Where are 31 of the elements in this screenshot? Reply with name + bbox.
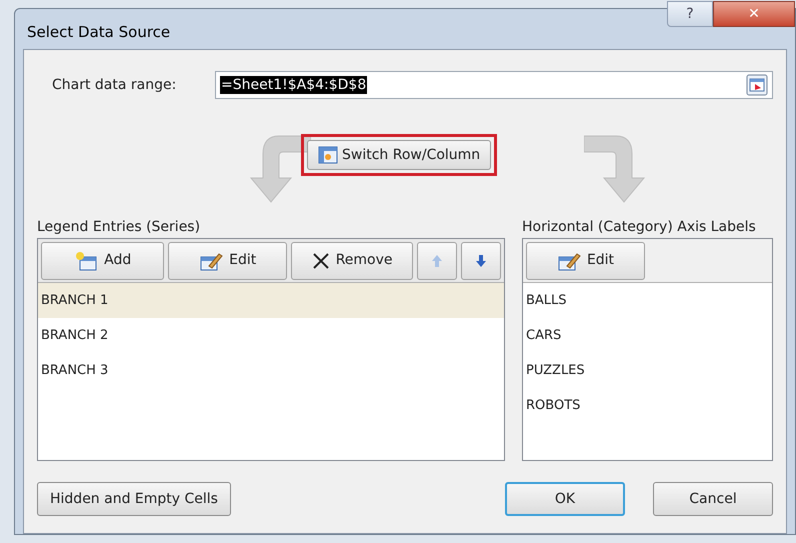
edit-button[interactable]: Edit xyxy=(526,242,645,280)
add-item-icon xyxy=(74,250,98,270)
close-icon xyxy=(312,252,330,270)
list-item[interactable]: BALLS xyxy=(523,283,772,318)
edit-button[interactable]: Edit xyxy=(168,242,287,280)
add-button[interactable]: Add xyxy=(41,242,164,280)
edit-icon xyxy=(556,250,581,270)
collapse-dialog-icon[interactable] xyxy=(746,74,768,96)
help-button[interactable]: ? xyxy=(667,1,713,27)
curved-arrow-icon xyxy=(249,134,311,204)
field-label: Chart data range: xyxy=(51,76,178,94)
range-field[interactable]: =Sheet1!$A$4:$D$8 xyxy=(215,71,773,99)
switch-row-column-button[interactable]: Switch Row/Column xyxy=(307,140,492,170)
down-arrow-icon xyxy=(475,254,488,268)
move-up-button[interactable] xyxy=(417,242,458,280)
list-item[interactable]: ROBOTS xyxy=(523,388,772,423)
up-arrow-icon xyxy=(431,254,444,268)
ok-button[interactable]: OK xyxy=(505,482,625,516)
section-label: Horizontal (Category) Axis Labels xyxy=(522,218,757,237)
list-item[interactable]: BRANCH 1 xyxy=(38,283,504,318)
hidden-empty-cells-button[interactable]: Hidden and Empty Cells xyxy=(37,482,231,516)
curved-arrow-icon xyxy=(584,134,646,204)
table-icon xyxy=(318,146,338,164)
list-item[interactable]: CARS xyxy=(523,318,772,353)
remove-button[interactable]: Remove xyxy=(290,242,414,280)
edit-icon xyxy=(199,250,224,270)
window-title: Select Data Source xyxy=(27,22,170,43)
move-down-button[interactable] xyxy=(461,242,501,280)
cancel-button[interactable]: Cancel xyxy=(653,482,773,516)
section-label: Legend Entries (Series) xyxy=(37,218,202,237)
list-item[interactable]: PUZZLES xyxy=(523,353,772,388)
